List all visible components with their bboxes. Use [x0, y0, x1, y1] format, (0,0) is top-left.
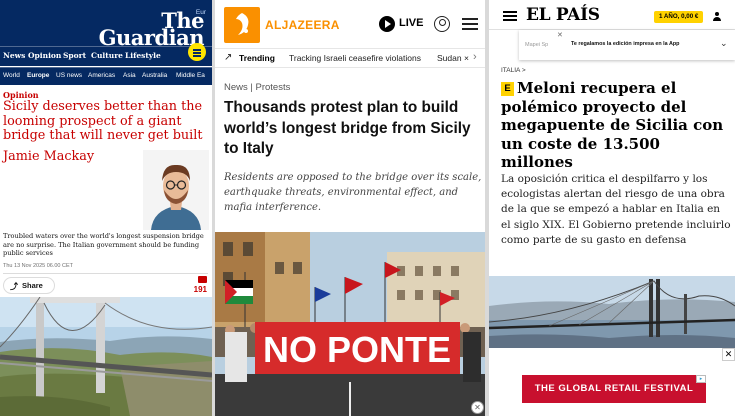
- article-headline: Sicily deserves better than the looming …: [3, 99, 203, 143]
- guardian-panel: Eur The Guardian News Opinion Sport Cult…: [0, 0, 212, 416]
- elpais-header: EL PAÍS 1 AÑO, 0,00 €: [489, 0, 735, 30]
- guardian-pillar-nav: News Opinion Sport Culture Lifestyle: [0, 46, 212, 66]
- ad-banner[interactable]: THE GLOBAL RETAIL FESTIVAL: [522, 375, 706, 403]
- promo-text: Te regalamos la edición impresa en la Ap…: [571, 41, 680, 47]
- divider: [3, 273, 208, 274]
- close-icon[interactable]: ✕: [722, 348, 735, 361]
- elpais-panel: EL PAÍS 1 AÑO, 0,00 € ✕ Mapei Sp Te rega…: [489, 0, 735, 416]
- elpais-logo[interactable]: EL PAÍS: [526, 5, 600, 25]
- nav-culture[interactable]: Culture: [91, 51, 123, 60]
- banner-text: NO PONTE: [263, 329, 451, 370]
- nav-opinion[interactable]: Opinion: [28, 51, 61, 60]
- comment-icon[interactable]: [198, 276, 207, 283]
- article-summary: Residents are opposed to the bridge over…: [224, 172, 482, 213]
- trending-bar: ↗ Trending Tracking Israeli ceasefire vi…: [215, 48, 485, 68]
- menu-icon[interactable]: [462, 18, 478, 30]
- nav-sport[interactable]: Sport: [63, 51, 86, 60]
- subscribe-button[interactable]: 1 AÑO, 0,00 €: [654, 11, 704, 23]
- live-label: LIVE: [399, 17, 424, 29]
- play-icon: [379, 16, 395, 32]
- advertisement[interactable]: ✕ THE GLOBAL RETAIL FESTIVAL ▸: [489, 348, 735, 416]
- bridge-photo: [0, 296, 212, 416]
- aljazeera-logo-icon[interactable]: [224, 7, 260, 43]
- article-headline: Thousands protest plan to build world’s …: [224, 99, 471, 157]
- subnav-australia[interactable]: Australia: [142, 72, 167, 79]
- trending-label: Trending: [239, 53, 275, 63]
- chevron-right-icon[interactable]: ›: [473, 51, 477, 63]
- share-button[interactable]: ⤴ Share: [3, 277, 55, 294]
- nav-news[interactable]: News: [3, 51, 25, 60]
- trending-icon: ↗: [224, 52, 233, 63]
- nav-lifestyle[interactable]: Lifestyle: [125, 51, 161, 60]
- article-standfirst: La oposición critica el despilfarro y lo…: [501, 173, 731, 246]
- guardian-masthead: Eur The Guardian: [0, 0, 212, 50]
- author-portrait: [143, 150, 209, 230]
- subnav-world[interactable]: World: [3, 72, 20, 79]
- menu-icon[interactable]: [188, 43, 206, 61]
- protest-photo: NO PONTE: [215, 232, 485, 416]
- promo-map-label: Mapei Sp: [525, 42, 549, 48]
- guardian-subnav: World Europe US news Americas Asia Austr…: [0, 67, 212, 85]
- subnav-us-news[interactable]: US news: [56, 72, 82, 79]
- aljazeera-panel: ALJAZEERA LIVE ↗ Trending Tracking Israe…: [215, 0, 485, 416]
- share-icon: ⤴: [10, 282, 18, 291]
- menu-icon[interactable]: [503, 11, 517, 21]
- guardian-logo[interactable]: The Guardian: [98, 10, 205, 50]
- subnav-europe[interactable]: Europe: [27, 72, 49, 79]
- app-promo-banner[interactable]: ✕ Mapei Sp Te regalamos la edición impre…: [519, 30, 735, 60]
- exclusive-badge: E: [501, 82, 514, 96]
- close-icon[interactable]: ✕: [557, 31, 563, 39]
- chevron-down-icon[interactable]: ⌄: [720, 38, 728, 49]
- account-icon[interactable]: [712, 12, 722, 22]
- share-label: Share: [22, 281, 43, 290]
- subnav-asia[interactable]: Asia: [123, 72, 136, 79]
- logo-line-2: Guardian: [98, 25, 205, 50]
- bridge-render-photo: [489, 276, 735, 348]
- article-date: Thu 13 Nov 2025 06.00 CET: [3, 263, 74, 269]
- subnav-americas[interactable]: Americas: [88, 72, 115, 79]
- aljazeera-logo-text[interactable]: ALJAZEERA: [265, 18, 340, 32]
- section-label[interactable]: ITALIA >: [501, 67, 526, 74]
- aljazeera-header: ALJAZEERA LIVE: [215, 0, 485, 48]
- article-headline: E Meloni recupera el polémico proyecto de…: [501, 79, 731, 172]
- ad-info-icon[interactable]: ▸: [696, 375, 706, 383]
- article-standfirst: Troubled waters over the world's longest…: [3, 232, 204, 258]
- breadcrumb[interactable]: News | Protests: [224, 82, 290, 93]
- headline-text: Meloni recupera el polémico proyecto del…: [501, 79, 724, 171]
- comment-count[interactable]: 191: [194, 285, 207, 294]
- subnav-middle-east[interactable]: Middle Ea: [176, 72, 205, 79]
- account-icon[interactable]: [434, 16, 450, 32]
- trending-item[interactable]: Tracking Israeli ceasefire violations: [289, 53, 421, 63]
- trending-item[interactable]: Sudan ×: [437, 53, 473, 63]
- article-byline[interactable]: Jamie Mackay: [3, 149, 94, 164]
- close-icon[interactable]: ✕: [471, 401, 484, 414]
